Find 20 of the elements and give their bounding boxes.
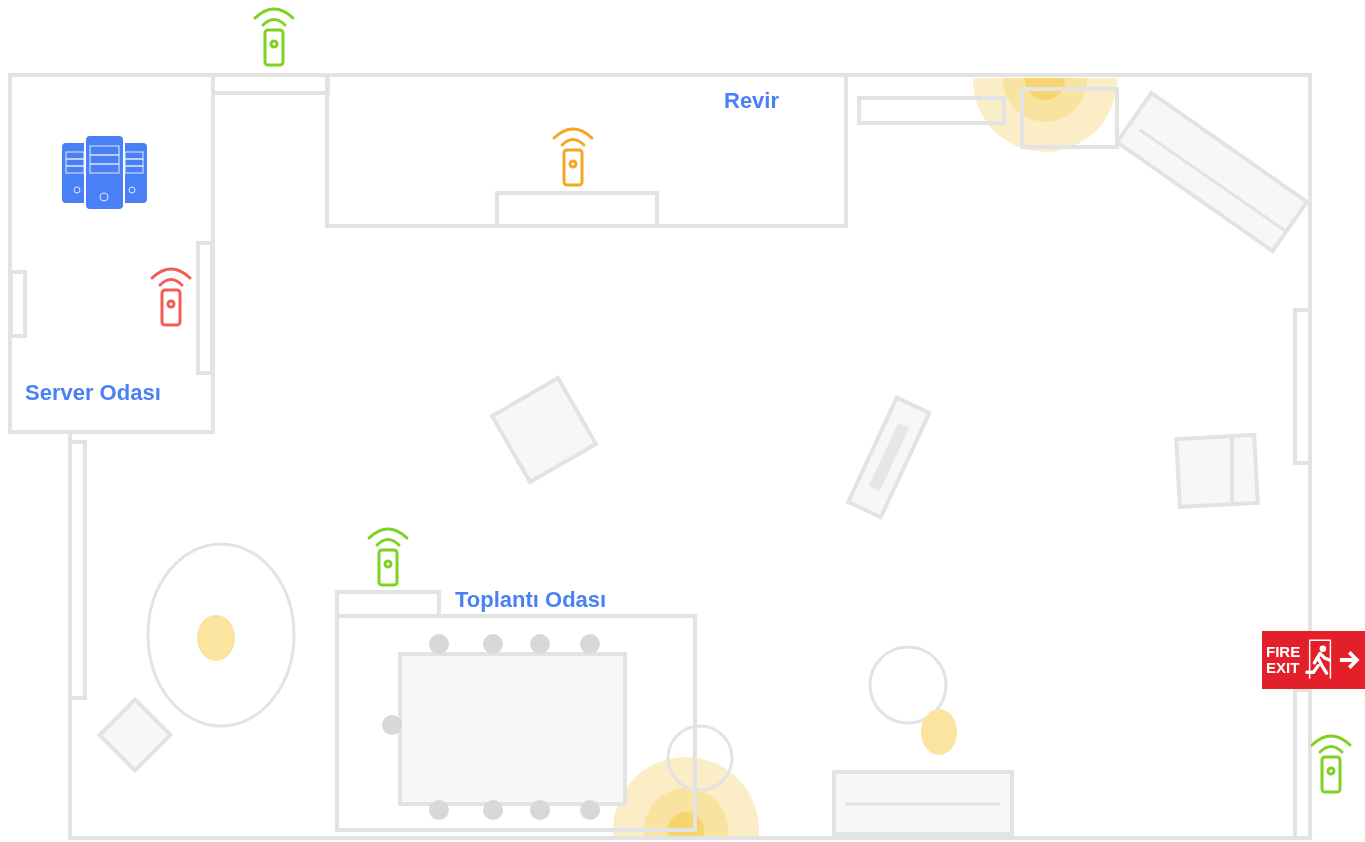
chair [483, 634, 503, 654]
fire-exit-text: EXIT [1266, 660, 1301, 676]
chair [580, 800, 600, 820]
room-label: Server Odası [25, 380, 161, 406]
chair [382, 715, 402, 735]
chair [429, 800, 449, 820]
chair [580, 634, 600, 654]
room-label: Toplantı Odası [455, 587, 607, 613]
chair [483, 800, 503, 820]
server-icon [62, 134, 147, 211]
wall-panel [9, 270, 27, 338]
room-label: Revir [724, 88, 780, 114]
chair [530, 634, 550, 654]
lamp [921, 709, 957, 755]
arrow-right-icon [1338, 650, 1361, 670]
chair [530, 800, 550, 820]
round-table [666, 724, 734, 792]
chair [429, 634, 449, 654]
lamp [197, 615, 235, 661]
fire-exit-text: FIRE [1266, 644, 1301, 660]
